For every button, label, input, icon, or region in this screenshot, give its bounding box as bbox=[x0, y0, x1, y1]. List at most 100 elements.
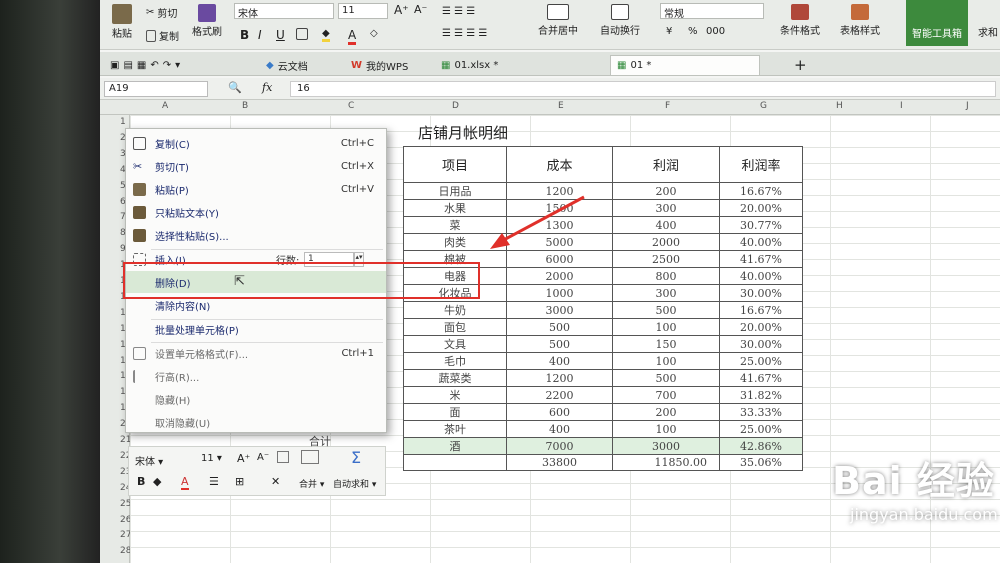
mini-align-icon[interactable]: ☰ bbox=[209, 475, 219, 488]
mini-borders-icon[interactable]: ⊞ bbox=[235, 475, 244, 488]
column-header-d[interactable]: D bbox=[452, 101, 459, 111]
table-cell[interactable]: 41.67% bbox=[719, 250, 803, 268]
header-cell[interactable]: 项目 bbox=[403, 146, 507, 183]
table-cell[interactable]: 400 bbox=[506, 352, 613, 370]
table-cell[interactable]: 30.77% bbox=[719, 216, 803, 234]
font-size-select[interactable]: 11 bbox=[338, 3, 388, 19]
zoom-icon[interactable]: 🔍 bbox=[228, 81, 242, 94]
column-header-g[interactable]: G bbox=[760, 101, 767, 111]
table-cell[interactable]: 20.00% bbox=[719, 199, 803, 217]
table-cell[interactable]: 800 bbox=[612, 267, 720, 285]
table-cell[interactable]: 20.00% bbox=[719, 318, 803, 336]
mini-font-select[interactable]: 宋体 ▾ bbox=[135, 453, 163, 468]
table-cell[interactable]: 2000 bbox=[506, 267, 613, 285]
underline-button[interactable]: U bbox=[276, 28, 285, 42]
table-cell[interactable]: 茶叶 bbox=[403, 420, 507, 438]
table-cell[interactable]: 500 bbox=[612, 369, 720, 387]
table-cell[interactable]: 700 bbox=[612, 386, 720, 404]
table-cell[interactable]: 毛巾 bbox=[403, 352, 507, 370]
save-icon[interactable]: ▣ bbox=[110, 60, 119, 71]
table-cell[interactable]: 30.00% bbox=[719, 284, 803, 302]
table-cell[interactable]: 牛奶 bbox=[403, 301, 507, 319]
table-cell[interactable]: 33800 bbox=[506, 454, 613, 471]
table-cell[interactable]: 蔬菜类 bbox=[403, 369, 507, 387]
mini-merge-icon[interactable] bbox=[301, 450, 319, 464]
mini-grow-button[interactable]: A⁺ bbox=[237, 452, 250, 465]
menu-item-paste-special[interactable]: 选择性粘贴(S)... bbox=[126, 224, 386, 246]
copy-button[interactable]: 复制 bbox=[146, 28, 179, 43]
currency-button[interactable]: ¥ bbox=[666, 26, 672, 37]
mini-fill-color-icon[interactable]: ◆ bbox=[153, 475, 161, 488]
table-cell[interactable]: 42.86% bbox=[719, 437, 803, 455]
tab-file-01-xlsx[interactable]: ▦ 01.xlsx * bbox=[435, 55, 504, 75]
mini-font-color-icon[interactable]: A bbox=[181, 475, 189, 490]
table-cell[interactable]: 2500 bbox=[612, 250, 720, 268]
mini-border-icon[interactable] bbox=[277, 451, 289, 463]
sum-sigma-icon[interactable]: Σ bbox=[351, 448, 361, 467]
table-cell[interactable]: 1200 bbox=[506, 369, 613, 387]
table-cell[interactable]: 40.00% bbox=[719, 233, 803, 251]
table-cell[interactable]: 100 bbox=[612, 420, 720, 438]
table-cell[interactable]: 25.00% bbox=[719, 352, 803, 370]
table-cell[interactable]: 300 bbox=[612, 199, 720, 217]
table-cell[interactable]: 11850.00 bbox=[612, 454, 720, 471]
redo-icon[interactable]: ↷ bbox=[163, 60, 171, 71]
fill-color-button[interactable]: ◆ bbox=[322, 28, 330, 42]
table-cell[interactable]: 200 bbox=[612, 182, 720, 200]
tab-file-01[interactable]: ▦ 01 * bbox=[610, 55, 760, 75]
column-header-c[interactable]: C bbox=[348, 101, 354, 111]
number-format-select[interactable]: 常规 bbox=[660, 3, 764, 20]
align-horizontal-group[interactable]: ☰ ☰ ☰ ☰ bbox=[442, 28, 487, 39]
italic-button[interactable]: I bbox=[258, 28, 262, 42]
table-cell[interactable]: 7000 bbox=[506, 437, 613, 455]
mini-eraser-icon[interactable]: ✕ bbox=[271, 475, 280, 488]
table-cell[interactable]: 米 bbox=[403, 386, 507, 404]
thousands-button[interactable]: 000 bbox=[706, 26, 725, 37]
clear-format-button[interactable]: ◇ bbox=[370, 28, 378, 39]
column-header-j[interactable]: J bbox=[966, 101, 969, 111]
menu-item-row-height[interactable]: 行高(R)... bbox=[126, 365, 386, 387]
print-icon[interactable]: ▦ bbox=[137, 60, 146, 71]
menu-item-format-cells[interactable]: 设置单元格格式(F)... Ctrl+1 bbox=[126, 342, 386, 364]
table-cell[interactable]: 面包 bbox=[403, 318, 507, 336]
table-cell[interactable]: 500 bbox=[506, 318, 613, 336]
table-cell[interactable]: 25.00% bbox=[719, 420, 803, 438]
table-cell[interactable]: 150 bbox=[612, 335, 720, 353]
font-name-select[interactable]: 宋体 bbox=[234, 3, 334, 20]
table-cell[interactable]: 文具 bbox=[403, 335, 507, 353]
menu-item-hide[interactable]: 隐藏(H) bbox=[126, 388, 386, 410]
table-cell[interactable]: 35.06% bbox=[719, 454, 803, 471]
column-header-a[interactable]: A bbox=[162, 101, 168, 111]
mini-shrink-button[interactable]: A⁻ bbox=[257, 452, 269, 463]
bold-button[interactable]: B bbox=[240, 28, 249, 42]
table-cell[interactable]: 400 bbox=[612, 216, 720, 234]
conditional-format-button[interactable]: 条件格式 bbox=[780, 4, 820, 37]
font-color-button[interactable]: A bbox=[348, 28, 357, 45]
menu-item-unhide[interactable]: 取消隐藏(U) bbox=[126, 411, 386, 433]
column-header-e[interactable]: E bbox=[558, 101, 564, 111]
menu-item-cut[interactable]: ✂ 剪切(T) Ctrl+X bbox=[126, 155, 386, 177]
column-header-f[interactable]: F bbox=[665, 101, 670, 111]
table-cell[interactable]: 40.00% bbox=[719, 267, 803, 285]
table-cell[interactable]: 酒 bbox=[403, 437, 507, 455]
table-cell[interactable]: 300 bbox=[612, 284, 720, 302]
table-cell[interactable]: 1000 bbox=[506, 284, 613, 302]
wrap-text-button[interactable]: 自动换行 bbox=[600, 4, 640, 37]
table-cell[interactable] bbox=[403, 454, 507, 471]
open-icon[interactable]: ▤ bbox=[123, 60, 132, 71]
menu-item-paste-text[interactable]: 只粘贴文本(Y) bbox=[126, 201, 386, 223]
cut-button[interactable]: ✂ 剪切 bbox=[146, 5, 177, 20]
header-cell[interactable]: 成本 bbox=[506, 146, 613, 183]
align-top-group[interactable]: ☰ ☰ ☰ bbox=[442, 6, 475, 17]
formula-input[interactable]: 16 bbox=[290, 81, 996, 97]
header-cell[interactable]: 利润率 bbox=[719, 146, 803, 183]
table-cell[interactable]: 400 bbox=[506, 420, 613, 438]
table-style-button[interactable]: 表格样式 bbox=[840, 4, 880, 37]
mini-autosum-button[interactable]: 自动求和 ▾ bbox=[333, 477, 376, 490]
table-cell[interactable]: 16.67% bbox=[719, 301, 803, 319]
mini-size-select[interactable]: 11 ▾ bbox=[201, 453, 222, 464]
table-cell[interactable]: 41.67% bbox=[719, 369, 803, 387]
font-shrink-button[interactable]: A⁻ bbox=[414, 3, 427, 16]
table-cell[interactable]: 面 bbox=[403, 403, 507, 421]
tab-cloud-docs[interactable]: ◆ 云文档 bbox=[260, 55, 314, 75]
